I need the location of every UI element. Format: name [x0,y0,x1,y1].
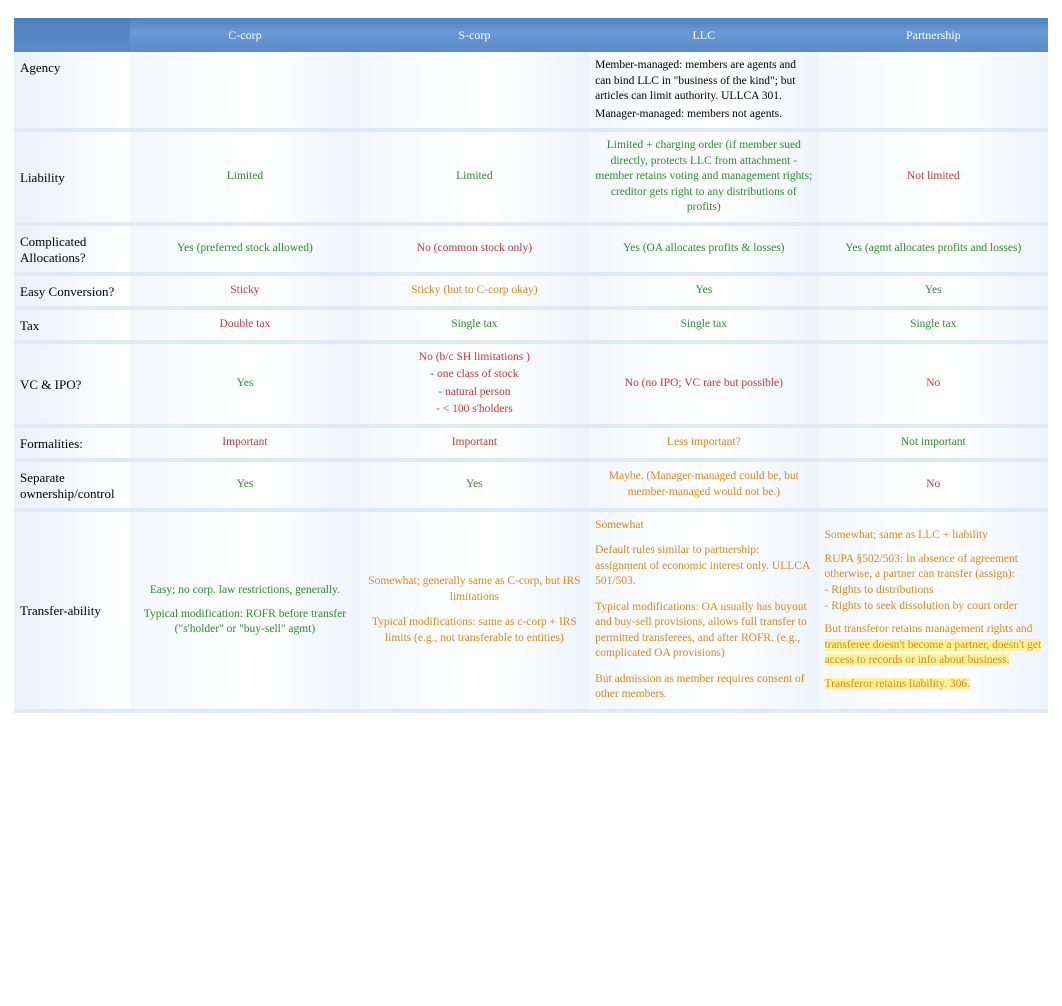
transfer-p-line2: RUPA §502/503: In absence of agreement o… [825,552,1042,583]
rowhead-liability: Liability [14,132,130,222]
rowhead-agency: Agency [14,52,130,128]
cell-tax-p: Single tax [819,310,1048,340]
cell-conv-c: Sticky [130,276,359,306]
cell-sep-llc: Maybe. (Manager-managed could be, but me… [589,462,818,508]
cell-sep-c: Yes [130,462,359,508]
transfer-llc-line2: Default rules similar to partnership: as… [595,543,812,590]
row-transferability: Transfer-ability Easy; no corp. law rest… [14,512,1048,709]
transfer-c-line2: Typical modification: ROFR before transf… [136,607,353,638]
cell-form-p: Not important [819,428,1048,458]
transfer-llc-line3: Typical modifications: OA usually has bu… [595,600,812,662]
transfer-p-line4: - Rights to seek dissolution by court or… [825,599,1042,615]
cell-form-llc: Less important? [589,428,818,458]
cell-conv-p: Yes [819,276,1048,306]
comparison-table-page: C-corp S-corp LLC Partnership Agency Mem… [0,0,1062,713]
cell-form-c: Important [130,428,359,458]
row-tax: Tax Double tax Single tax Single tax Sin… [14,310,1048,340]
cell-sep-s: Yes [360,462,589,508]
rowhead-conversion: Easy Conversion? [14,276,130,306]
cell-conv-s: Sticky (but to C-corp okay) [360,276,589,306]
row-formalities: Formalities: Important Important Less im… [14,428,1048,458]
cell-alloc-p: Yes (agmt allocates profits and losses) [819,226,1048,272]
transfer-p-line3: - Rights to distributions [825,583,1042,599]
transfer-llc-line1: Somewhat [595,518,812,534]
transfer-p-line1: Somewhat; same as LLC + liability [825,528,1042,544]
cell-transfer-p: Somewhat; same as LLC + liability RUPA §… [819,512,1048,709]
cell-agency-c [130,52,359,128]
cell-agency-s [360,52,589,128]
cell-vc-p: No [819,344,1048,424]
vc-s-line3: - natural person [366,385,583,401]
header-blank [14,18,130,52]
rowhead-transferability: Transfer-ability [14,512,130,709]
cell-alloc-llc: Yes (OA allocates profits & losses) [589,226,818,272]
col-llc: LLC [589,18,818,52]
cell-alloc-c: Yes (preferred stock allowed) [130,226,359,272]
rowhead-separation: Separate ownership/control [14,462,130,508]
cell-transfer-llc: Somewhat Default rules similar to partne… [589,512,818,709]
transfer-p-line5: But transferor retains management rights… [825,622,1042,638]
agency-llc-line1: Member-managed: members are agents and c… [595,58,812,105]
rowhead-tax: Tax [14,310,130,340]
vc-s-line1: No (b/c SH limitations ) [366,350,583,366]
row-allocations: Complicated Allocations? Yes (preferred … [14,226,1048,272]
col-c-corp: C-corp [130,18,359,52]
cell-tax-c: Double tax [130,310,359,340]
row-separation: Separate ownership/control Yes Yes Maybe… [14,462,1048,508]
cell-vc-s: No (b/c SH limitations ) - one class of … [360,344,589,424]
row-vc-ipo: VC & IPO? Yes No (b/c SH limitations ) -… [14,344,1048,424]
cell-liability-llc: Limited + charging order (if member sued… [589,132,818,222]
cell-liability-s: Limited [360,132,589,222]
cell-vc-llc: No (no IPO; VC rare but possible) [589,344,818,424]
transfer-s-line1: Somewhat; generally same as C-corp, but … [366,574,583,605]
cell-conv-llc: Yes [589,276,818,306]
cell-form-s: Important [360,428,589,458]
transfer-c-line1: Easy; no corp. law restrictions, general… [136,583,353,599]
cell-transfer-c: Easy; no corp. law restrictions, general… [130,512,359,709]
cell-tax-s: Single tax [360,310,589,340]
transfer-llc-line4: But admission as member requires consent… [595,672,812,703]
vc-s-line2: - one class of stock [366,367,583,383]
cell-vc-c: Yes [130,344,359,424]
cell-sep-p: No [819,462,1048,508]
entity-comparison-table: C-corp S-corp LLC Partnership Agency Mem… [14,18,1048,713]
row-conversion: Easy Conversion? Sticky Sticky (but to C… [14,276,1048,306]
cell-tax-llc: Single tax [589,310,818,340]
transfer-s-line2: Typical modifications: same as c-corp + … [366,615,583,646]
vc-s-line4: - < 100 s'holders [366,402,583,418]
rowhead-allocations: Complicated Allocations? [14,226,130,272]
transfer-p-highlight1: transferee doesn't become a partner, doe… [825,638,1042,654]
col-partnership: Partnership [819,18,1048,52]
cell-agency-llc: Member-managed: members are agents and c… [589,52,818,128]
cell-transfer-s: Somewhat; generally same as C-corp, but … [360,512,589,709]
transfer-p-highlight2: access to records or info about business… [825,653,1042,669]
row-agency: Agency Member-managed: members are agent… [14,52,1048,128]
transfer-p-highlight3: Transferor retains liability. 306. [825,677,1042,693]
cell-agency-p [819,52,1048,128]
table-header-row: C-corp S-corp LLC Partnership [14,18,1048,52]
agency-llc-line2: Manager-managed: members not agents. [595,107,812,123]
col-s-corp: S-corp [360,18,589,52]
cell-alloc-s: No (common stock only) [360,226,589,272]
cell-liability-c: Limited [130,132,359,222]
rowhead-formalities: Formalities: [14,428,130,458]
cell-liability-p: Not limited [819,132,1048,222]
rowhead-vc-ipo: VC & IPO? [14,344,130,424]
row-liability: Liability Limited Limited Limited + char… [14,132,1048,222]
